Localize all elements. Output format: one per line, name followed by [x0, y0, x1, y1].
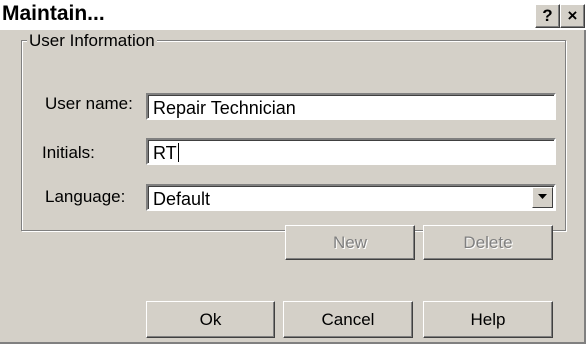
- title-bar: Maintain... ? ×: [0, 0, 587, 30]
- ok-button[interactable]: Ok: [146, 301, 275, 338]
- initials-label: Initials:: [42, 143, 95, 162]
- help-icon[interactable]: ?: [535, 4, 560, 28]
- language-select[interactable]: Default: [146, 184, 556, 211]
- delete-button[interactable]: Delete: [423, 225, 553, 260]
- language-value: Default: [153, 189, 211, 209]
- cancel-button[interactable]: Cancel: [283, 301, 413, 338]
- user-name-field[interactable]: Repair Technician: [146, 93, 556, 120]
- close-icon[interactable]: ×: [560, 4, 585, 28]
- group-label: User Information: [27, 31, 157, 51]
- initials-field[interactable]: RT: [146, 138, 556, 165]
- text-caret: [177, 143, 179, 162]
- help-button[interactable]: Help: [423, 301, 553, 338]
- window-title: Maintain...: [2, 2, 105, 25]
- language-label: Language:: [45, 187, 126, 206]
- user-name-value: Repair Technician: [153, 98, 296, 118]
- new-button[interactable]: New: [285, 225, 415, 260]
- user-name-label: User name:: [45, 94, 133, 113]
- dropdown-arrow-icon[interactable]: [532, 187, 553, 208]
- initials-value: RT: [153, 143, 177, 163]
